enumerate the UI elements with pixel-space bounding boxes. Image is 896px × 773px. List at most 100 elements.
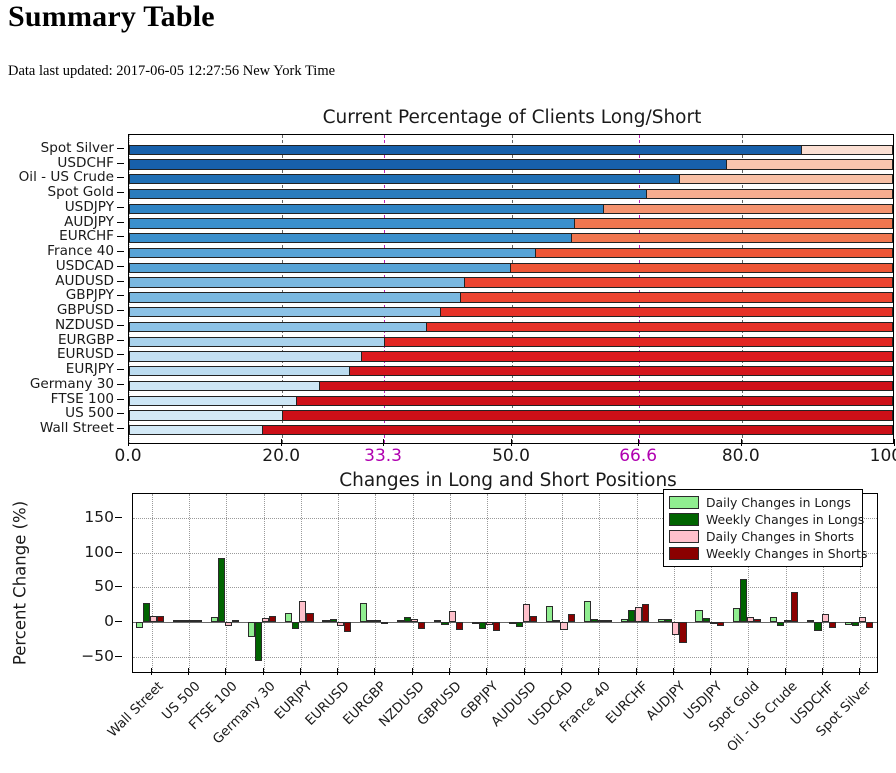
y-tick-mark [117,369,124,371]
short-segment [534,247,893,259]
change-bar [709,622,717,625]
long-segment [129,292,463,303]
gridline [226,494,228,672]
y-tick-mark [117,280,124,282]
change-bar [807,619,815,623]
change-bar [150,615,158,623]
y-axis-label-eurusd: EURUSD [56,346,114,363]
y-axis-label-nzdusd: NZDUSD [55,316,114,333]
change-bar [411,618,419,623]
gridline [636,494,638,672]
y-axis-label-usdchf: USDCHF [57,154,114,171]
legend-item: Weekly Changes in Longs [669,511,864,528]
long-short-bar-row [129,306,893,318]
change-bar [672,622,680,635]
change-bar [523,604,531,623]
y-axis-label-spot-gold: Spot Gold [47,184,114,201]
x-tick-mark [747,668,749,675]
change-bar [777,622,785,626]
change-bar [187,619,195,623]
change-bar [508,622,517,625]
legend-swatch [669,530,699,543]
x-tick-mark [187,668,189,675]
long-segment [129,218,577,229]
y-tick-mark [117,398,124,400]
change-bar [679,622,687,643]
change-bar [754,618,762,623]
change-bar [739,579,747,623]
x-tick-mark [150,668,152,675]
changes-chart-title: Changes in Long and Short Positions [339,470,677,491]
y-tick-label: 150 [84,508,114,527]
legend-item: Weekly Changes in Shorts [669,545,867,562]
change-bar [455,622,463,630]
short-segment [318,380,893,392]
change-bar [821,613,829,623]
long-short-bar-row [129,262,893,274]
y-tick-mark [115,551,122,553]
change-bar [373,619,382,623]
long-segment [129,366,352,377]
change-bar [180,619,188,623]
y-axis-label-oil-us-crude: Oil - US Crude [18,169,114,186]
change-bar [404,617,412,623]
long-short-bar-row [129,159,893,170]
y-tick-mark [115,655,122,657]
legend-swatch [669,496,699,509]
change-bar [658,619,666,623]
legend-swatch [669,547,699,560]
long-segment [129,425,264,436]
long-segment [129,395,298,406]
change-bar [322,619,330,623]
change-bar [381,622,389,625]
short-segment [726,159,893,170]
long-short-bar-row [129,218,893,229]
change-bar [135,622,144,629]
y-axis-label-eurgbp: EURGBP [57,331,114,348]
long-segment [129,247,537,259]
change-bar [336,622,344,626]
x-tick-mark [383,439,385,446]
long-short-bar-row [129,277,893,288]
y-tick-mark [117,413,124,415]
x-tick-mark [859,668,861,675]
change-bar [702,617,710,623]
long-short-bar-row [129,174,893,185]
change-bar [224,622,232,627]
change-bar [865,622,874,629]
x-tick-label: 0.0 [114,446,142,466]
change-bar [858,617,866,623]
long-short-bar-row [129,366,893,377]
long-segment [129,233,574,244]
short-segment [360,351,893,362]
x-tick-mark [710,668,712,675]
summary-table-page: Summary Table Data last updated: 2017-06… [0,0,896,773]
gridline [151,494,153,672]
y-tick-mark [117,251,124,253]
y-axis-label-france-40: France 40 [47,243,114,260]
x-tick-label: 66.6 [619,446,658,466]
change-bar [851,622,859,627]
long-short-chart-title: Current Percentage of Clients Long/Short [322,107,702,128]
change-bar [194,619,202,623]
change-bar [485,622,493,625]
y-tick-label: 50 [94,577,114,596]
y-tick-mark [117,383,124,385]
change-bar [143,602,151,623]
x-tick-mark [337,668,339,675]
x-tick-label: 100.0 [869,446,896,466]
change-bar [397,619,405,623]
x-tick-mark [486,668,488,675]
change-bar [359,602,367,623]
y-tick-mark [117,206,124,208]
long-short-bar-row [129,321,893,333]
x-tick-mark [635,668,637,675]
change-bar [254,622,263,661]
long-short-y-axis-labels: Spot Silver USDCHF Oil - US Crude Spot Gold… [0,134,124,444]
y-axis-label-eurjpy: EURJPY [65,361,114,378]
gridline [412,494,414,672]
change-bar [329,618,337,623]
change-bar [478,622,486,629]
long-short-bar-row [129,144,893,155]
change-bar [844,622,852,625]
